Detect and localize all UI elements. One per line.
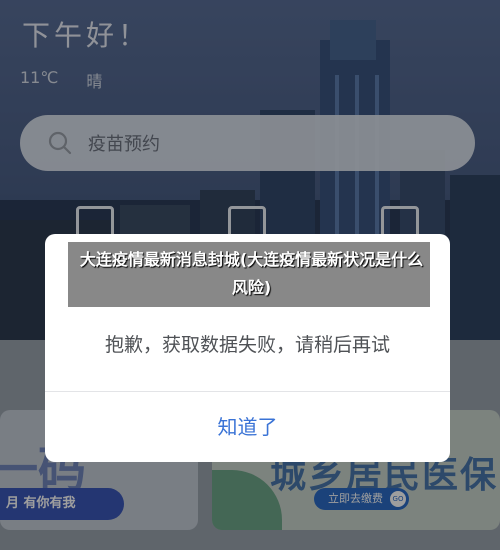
dialog-confirm-button[interactable]: 知道了 xyxy=(45,392,450,462)
article-title-banner: 大连疫情最新消息封城(大连疫情最新状况是什么风险) xyxy=(68,242,430,307)
article-title: 大连疫情最新消息封城(大连疫情最新状况是什么风险) xyxy=(79,250,424,297)
dialog-message: 抱歉，获取数据失败，请稍后再试 xyxy=(104,334,390,356)
